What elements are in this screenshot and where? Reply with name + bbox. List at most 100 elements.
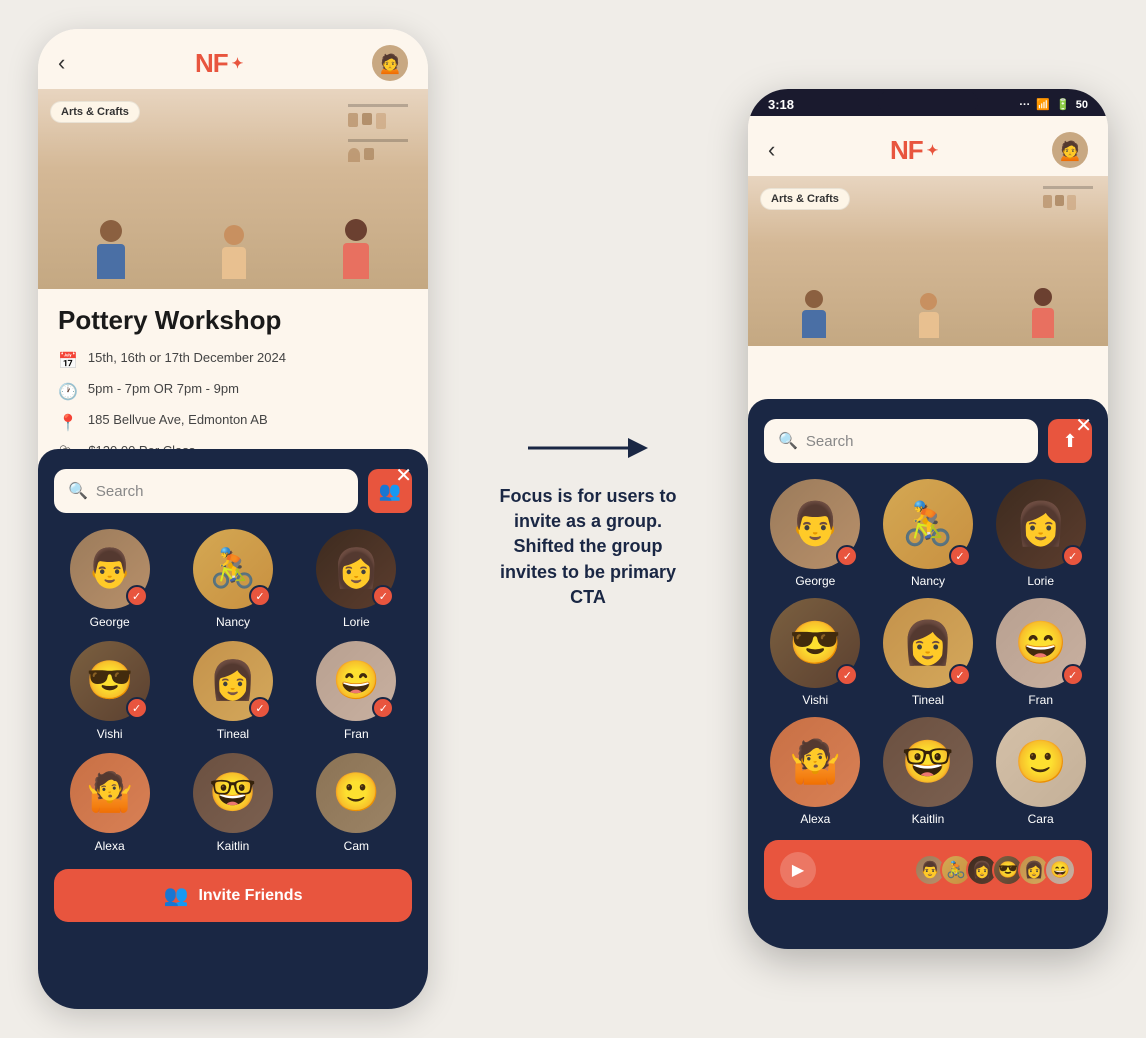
search-row: 🔍 Search 👥 [54,469,412,513]
right-contact-avatar-wrap: 👩 ✓ [996,479,1086,569]
left-phone: ‹ NF ✦ 🙍 [38,29,428,1009]
logo: NF ✦ [195,48,242,79]
invite-friends-button[interactable]: 👥 Invite Friends [54,869,412,922]
contact-avatar-wrap: 😄 ✓ [316,641,396,721]
right-contact-name: Cara [1028,812,1054,826]
check-badge: ✓ [249,585,271,607]
status-time: 3:18 [768,97,794,112]
right-event-image: Arts & Crafts [748,176,1108,346]
send-icon: ▶ [780,852,816,888]
right-contact-item[interactable]: 🙂 Cara [989,717,1092,826]
logo-star: ✦ [232,55,243,72]
contact-name: George [90,615,130,629]
invite-cta-label: Invite Friends [198,887,302,905]
contact-avatar: 🤓 [193,753,273,833]
right-check-badge: ✓ [949,664,971,686]
arrow-section: Focus is for users to invite as a group.… [488,428,688,610]
contact-name: Alexa [95,839,125,853]
contact-name: Vishi [97,727,123,741]
right-contact-avatar: 🙂 [996,717,1086,807]
signal-dots: ··· [1019,99,1030,111]
right-check-badge: ✓ [949,545,971,567]
right-phone-header: ‹ NF ✦ 🙍 [748,116,1108,176]
contact-name: Tineal [217,727,249,741]
right-check-badge: ✓ [1062,664,1084,686]
right-contact-avatar-wrap: 😎 ✓ [770,598,860,688]
right-send-button[interactable]: ▶ 👨🚴👩😎👩😄 [764,840,1092,900]
contact-avatar-wrap: 🤓 [193,753,273,833]
right-user-avatar[interactable]: 🙍 [1052,132,1088,168]
modal-close-button[interactable]: ✕ [395,463,412,488]
event-time: 5pm - 7pm OR 7pm - 9pm [88,381,239,396]
right-contact-item[interactable]: 🤷 Alexa [764,717,867,826]
contact-item[interactable]: 😄 ✓ Fran [301,641,412,741]
right-search-placeholder: Search [806,433,854,450]
right-search-box[interactable]: 🔍 Search [764,419,1038,463]
contact-avatar-wrap: 😎 ✓ [70,641,150,721]
contact-name: Fran [344,727,369,741]
right-contact-item[interactable]: 👩 ✓ Tineal [877,598,980,707]
selected-avatars: 👨🚴👩😎👩😄 [914,854,1076,886]
contact-avatar-wrap: 👩 ✓ [193,641,273,721]
check-badge: ✓ [372,697,394,719]
right-contact-item[interactable]: 👨 ✓ George [764,479,867,588]
left-phone-header: ‹ NF ✦ 🙍 [38,29,428,89]
battery-level: 50 [1076,99,1088,111]
battery-icon: 🔋 [1056,98,1070,111]
mini-avatar: 😄 [1044,854,1076,886]
check-badge: ✓ [126,585,148,607]
check-badge: ✓ [126,697,148,719]
right-contact-name: Tineal [912,693,944,707]
right-check-badge: ✓ [1062,545,1084,567]
contact-name: Cam [344,839,369,853]
contact-avatar-wrap: 🤷 [70,753,150,833]
search-icon: 🔍 [68,481,88,501]
contact-item[interactable]: 🙂 Cam [301,753,412,853]
check-badge: ✓ [372,585,394,607]
right-contact-name: Nancy [911,574,945,588]
back-button[interactable]: ‹ [58,50,65,76]
contact-item[interactable]: 👨 ✓ George [54,529,165,629]
event-location: 185 Bellvue Ave, Edmonton AB [88,412,268,427]
contact-item[interactable]: 👩 ✓ Tineal [177,641,288,741]
note-text: Focus is for users to invite as a group.… [488,484,688,610]
right-contact-name: Vishi [802,693,828,707]
right-contact-name: Lorie [1027,574,1054,588]
right-contact-item[interactable]: 👩 ✓ Lorie [989,479,1092,588]
contact-avatar-wrap: 🚴 ✓ [193,529,273,609]
right-modal-close-button[interactable]: ✕ [1075,413,1092,438]
event-date: 15th, 16th or 17th December 2024 [88,350,286,365]
right-contact-avatar-wrap: 👩 ✓ [883,598,973,688]
right-contact-avatar-wrap: 👨 ✓ [770,479,860,569]
event-time-row: 🕐 5pm - 7pm OR 7pm - 9pm [58,381,408,402]
right-contact-item[interactable]: 🚴 ✓ Nancy [877,479,980,588]
right-contact-item[interactable]: 😎 ✓ Vishi [764,598,867,707]
contact-name: Lorie [343,615,370,629]
right-back-button[interactable]: ‹ [768,137,775,163]
invite-icon: 👥 [164,883,189,908]
calendar-icon: 📅 [58,351,78,371]
category-tag: Arts & Crafts [50,101,140,123]
right-contact-name: Alexa [800,812,830,826]
right-contact-name: Fran [1028,693,1053,707]
event-title: Pottery Workshop [58,305,408,336]
contacts-grid: 👨 ✓ George 🚴 ✓ Nancy 👩 ✓ Lorie 😎 ✓ Vish [54,529,412,853]
right-phone: 3:18 ··· 📶 🔋 50 ‹ NF ✦ 🙍 [748,89,1108,949]
search-box[interactable]: 🔍 Search [54,469,358,513]
contact-item[interactable]: 🤓 Kaitlin [177,753,288,853]
contact-item[interactable]: 🤷 Alexa [54,753,165,853]
contact-item[interactable]: 😎 ✓ Vishi [54,641,165,741]
contact-item[interactable]: 🚴 ✓ Nancy [177,529,288,629]
right-contact-item[interactable]: 😄 ✓ Fran [989,598,1092,707]
check-badge: ✓ [249,697,271,719]
right-check-badge: ✓ [836,545,858,567]
status-indicators: ··· 📶 🔋 50 [1019,98,1088,111]
right-contact-avatar-wrap: 😄 ✓ [996,598,1086,688]
contact-item[interactable]: 👩 ✓ Lorie [301,529,412,629]
contact-avatar-wrap: 🙂 [316,753,396,833]
user-avatar[interactable]: 🙍 [372,45,408,81]
right-contact-item[interactable]: 🤓 Kaitlin [877,717,980,826]
contact-name: Kaitlin [217,839,250,853]
wifi-icon: 📶 [1036,98,1050,111]
right-search-row: 🔍 Search ⬆ [764,419,1092,463]
